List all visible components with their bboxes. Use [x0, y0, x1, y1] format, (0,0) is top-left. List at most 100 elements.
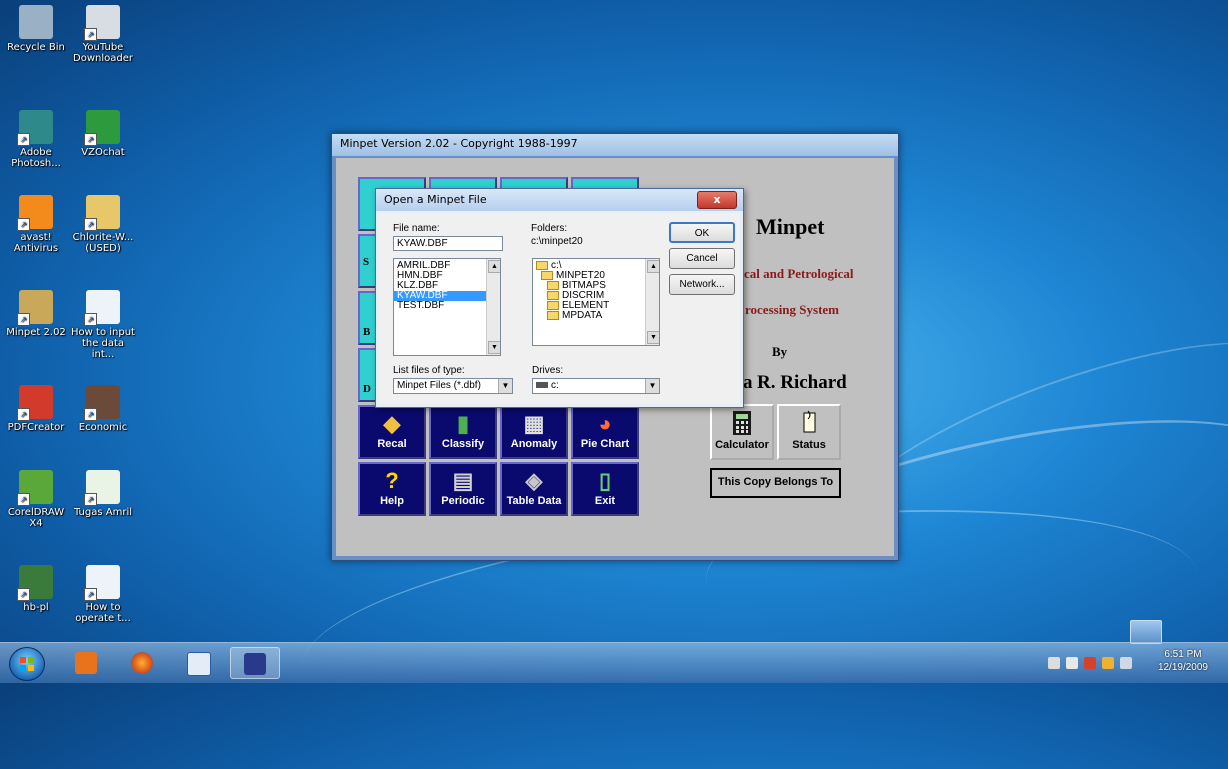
desktop-icon[interactable]: ↗ How to input the data int...: [70, 290, 136, 360]
desktop-icon-label: How to operate t...: [75, 602, 131, 624]
tool-label: Pie Chart: [580, 438, 630, 450]
folder-list-scrollbar[interactable]: ▲ ▼: [645, 259, 659, 345]
taskbar-minpet[interactable]: [230, 647, 280, 679]
desktop-icon[interactable]: Recycle Bin: [3, 5, 69, 53]
ok-button[interactable]: OK: [669, 222, 735, 243]
shortcut-arrow-icon: ↗: [17, 313, 30, 326]
scroll-up-icon[interactable]: ▲: [488, 260, 500, 273]
calculator-button[interactable]: Calculator: [710, 404, 774, 460]
desktop-icon[interactable]: ↗ Chlorite-W... (USED): [70, 195, 136, 254]
grid-icon: ▦: [523, 411, 545, 436]
minpet-icon: [244, 653, 266, 675]
tool-exit-button[interactable]: ▯ Exit: [571, 462, 639, 516]
drive-select[interactable]: c: ▼: [532, 378, 660, 394]
tool-pie-chart-button[interactable]: ◕ Pie Chart: [571, 405, 639, 459]
tool-periodic-button[interactable]: ▤ Periodic: [429, 462, 497, 516]
desktop-icon[interactable]: ↗ Tugas Amril: [70, 470, 136, 518]
chevron-down-icon[interactable]: ▼: [645, 379, 659, 393]
taskbar: 6:51 PM 12/19/2009: [0, 642, 1228, 683]
network-icon[interactable]: [1102, 657, 1114, 669]
taskbar-word[interactable]: [174, 647, 224, 679]
gadget-button[interactable]: [1130, 620, 1162, 644]
this-copy-belongs-to-button[interactable]: This Copy Belongs To: [710, 468, 841, 498]
file-name-input[interactable]: KYAW.DBF: [393, 236, 503, 251]
tool-help-button[interactable]: ? Help: [358, 462, 426, 516]
window-title: Minpet Version 2.02 - Copyright 1988-199…: [332, 134, 898, 156]
desktop-icon-label: How to input the data int...: [71, 327, 135, 360]
diamond-icon: ◆: [383, 411, 401, 436]
dialog-title: Open a Minpet File: [376, 189, 743, 211]
shortcut-arrow-icon: ↗: [17, 133, 30, 146]
file-list-scrollbar[interactable]: ▲ ▼: [486, 259, 500, 355]
taskbar-media-player[interactable]: [62, 647, 112, 679]
desktop-icon-label: VZOchat: [81, 147, 125, 158]
drives-label: Drives:: [532, 365, 564, 376]
desktop-icon-label: Minpet 2.02: [6, 327, 66, 338]
folder-list[interactable]: c:\ MINPET20 BITMAPS DISCRIM ELEMENT MPDATA ▲…: [532, 258, 660, 346]
current-folder: c:\minpet20: [531, 236, 583, 247]
tray-expand-icon[interactable]: [1048, 657, 1060, 669]
network-button[interactable]: Network...: [669, 274, 735, 295]
file-type-select[interactable]: Minpet Files (*.dbf) ▼: [393, 378, 513, 394]
cancel-button[interactable]: Cancel: [669, 248, 735, 269]
status-button[interactable]: Status: [777, 404, 841, 460]
start-button[interactable]: [9, 647, 45, 681]
open-file-dialog: Open a Minpet File x File name: KYAW.DBF…: [375, 188, 744, 408]
desktop-icon[interactable]: ↗ hb-pl: [3, 565, 69, 613]
by-label: By: [772, 344, 788, 359]
tool-recal-button[interactable]: ◆ Recal: [358, 405, 426, 459]
file-list[interactable]: AMRIL.DBF HMN.DBF KLZ.DBF KYAW.DBF TEST.DBF …: [393, 258, 501, 356]
media-player-icon: [75, 652, 97, 674]
desktop-icon[interactable]: ↗ PDFCreator: [3, 385, 69, 433]
desktop-icon-label: Adobe Photosh...: [11, 147, 61, 169]
drive-value: c:: [551, 380, 559, 391]
action-center-flag-icon[interactable]: [1066, 657, 1078, 669]
shortcut-arrow-icon: ↗: [84, 408, 97, 421]
folder-icon: [547, 301, 559, 310]
scroll-down-icon[interactable]: ▼: [647, 331, 659, 344]
pie-chart-icon: ◕: [598, 411, 612, 436]
desktop-icon[interactable]: ↗ avast! Antivirus: [3, 195, 69, 254]
status-label: Status: [792, 439, 826, 451]
windows-logo-icon: [20, 657, 34, 671]
desktop-icon[interactable]: ↗ How to operate t...: [70, 565, 136, 624]
word-doc-icon: ↗: [84, 565, 120, 601]
desktop-icon[interactable]: ↗ YouTube Downloader: [70, 5, 136, 64]
desktop-icon[interactable]: ↗ VZOchat: [70, 110, 136, 158]
shortcut-arrow-icon: ↗: [84, 493, 97, 506]
economic-file-icon: ↗: [84, 385, 120, 421]
taskbar-firefox[interactable]: [118, 647, 168, 679]
desktop-icon[interactable]: ↗ Adobe Photosh...: [3, 110, 69, 169]
desktop-icon-label: Recycle Bin: [7, 42, 65, 53]
folder-icon: [547, 281, 559, 290]
tool-anomaly-button[interactable]: ▦ Anomaly: [500, 405, 568, 459]
desktop-icon[interactable]: ↗ Economic: [70, 385, 136, 433]
volume-icon[interactable]: [1120, 657, 1132, 669]
system-clock[interactable]: 6:51 PM 12/19/2009: [1158, 648, 1208, 674]
chevron-down-icon[interactable]: ▼: [498, 379, 512, 393]
shortcut-arrow-icon: ↗: [17, 493, 30, 506]
scroll-down-icon[interactable]: ▼: [488, 341, 500, 354]
partial-letter-d: D: [363, 383, 371, 395]
folders-label: Folders:: [531, 223, 568, 234]
app-heading: Minpet: [756, 214, 825, 239]
tool-classify-button[interactable]: ▮ Classify: [429, 405, 497, 459]
question-icon: ?: [385, 468, 399, 493]
table-data-icon: ◈: [525, 468, 543, 493]
dialog-close-button[interactable]: x: [697, 191, 737, 209]
desktop-icon[interactable]: ↗ CorelDRAW X4: [3, 470, 69, 529]
shortcut-arrow-icon: ↗: [17, 218, 30, 231]
tray-app-icon[interactable]: [1084, 657, 1096, 669]
shortcut-arrow-icon: ↗: [84, 218, 97, 231]
desktop-icon[interactable]: ↗ Minpet 2.02: [3, 290, 69, 338]
vzochat-icon: ↗: [84, 110, 120, 146]
tool-table-data-button[interactable]: ◈ Table Data: [500, 462, 568, 516]
shortcut-arrow-icon: ↗: [17, 408, 30, 421]
scroll-up-icon[interactable]: ▲: [647, 260, 659, 273]
folder-list-item[interactable]: MPDATA: [533, 311, 659, 321]
minpet-folder-icon: ↗: [17, 290, 53, 326]
partial-letter-b: B: [363, 326, 371, 338]
app-subtitle-2: rocessing System: [745, 302, 840, 317]
file-list-item[interactable]: TEST.DBF: [394, 301, 486, 311]
clock-date: 12/19/2009: [1157, 662, 1208, 673]
